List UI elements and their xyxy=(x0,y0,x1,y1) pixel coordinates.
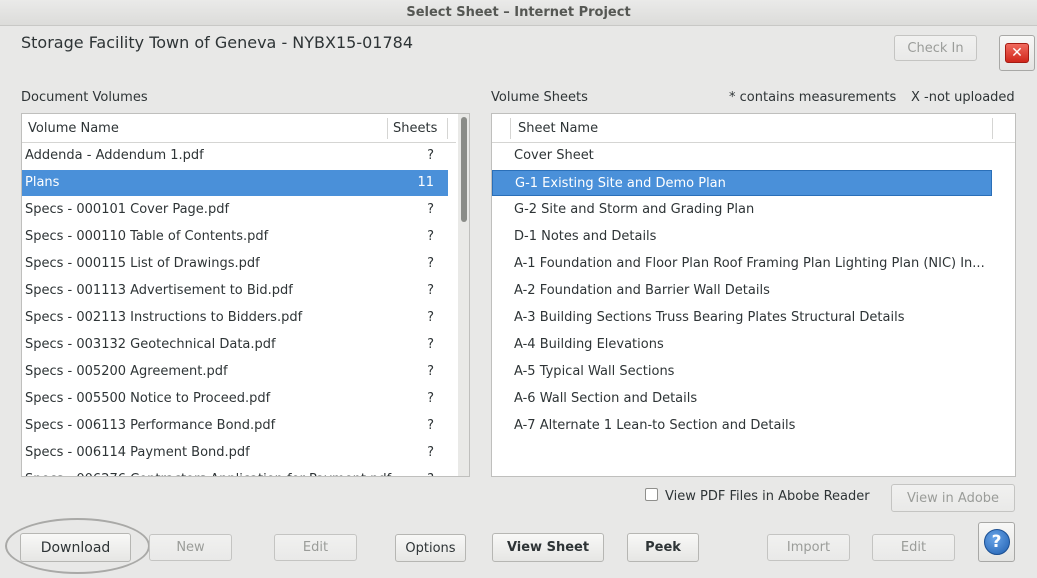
edit-volume-button[interactable]: Edit xyxy=(274,534,357,561)
sheet-row[interactable]: A-2 Foundation and Barrier Wall Details xyxy=(492,278,992,304)
download-button[interactable]: Download xyxy=(20,533,131,562)
volume-row[interactable]: Specs - 003132 Geotechnical Data.pdf? xyxy=(22,332,448,358)
peek-button[interactable]: Peek xyxy=(627,533,699,562)
volume-name: Specs - 005200 Agreement.pdf xyxy=(25,364,228,379)
volume-name: Specs - 003132 Geotechnical Data.pdf xyxy=(25,337,276,352)
volume-name: Plans xyxy=(25,175,60,190)
sheet-name: A-6 Wall Section and Details xyxy=(514,391,698,406)
sheets-header: Sheet Name xyxy=(492,114,1015,143)
volume-sheet-count: ? xyxy=(427,445,434,460)
volumes-table[interactable]: Volume Name Sheets Addenda - Addendum 1.… xyxy=(21,113,470,477)
column-separator xyxy=(992,118,993,139)
volume-sheets-label: Volume Sheets xyxy=(491,90,588,105)
sheet-row[interactable]: A-3 Building Sections Truss Bearing Plat… xyxy=(492,305,992,331)
view-sheet-button[interactable]: View Sheet xyxy=(492,533,604,562)
sheet-row[interactable]: A-7 Alternate 1 Lean-to Section and Deta… xyxy=(492,413,992,439)
window-title: Select Sheet – Internet Project xyxy=(406,5,631,20)
help-button[interactable]: ? xyxy=(978,522,1015,562)
volume-sheet-count: ? xyxy=(427,337,434,352)
volume-sheet-count: ? xyxy=(394,467,434,476)
sheet-name-column-header[interactable]: Sheet Name xyxy=(518,114,598,143)
options-button[interactable]: Options xyxy=(395,534,466,562)
volume-sheet-count: ? xyxy=(427,364,434,379)
volume-sheet-count: ? xyxy=(427,310,434,325)
volume-row[interactable]: Specs - 000115 List of Drawings.pdf? xyxy=(22,251,448,277)
sheet-name: G-1 Existing Site and Demo Plan xyxy=(515,176,726,191)
volume-name: Specs - 000101 Cover Page.pdf xyxy=(25,202,230,217)
sheet-row[interactable]: G-2 Site and Storm and Grading Plan xyxy=(492,197,992,223)
volume-sheet-count: ? xyxy=(427,418,434,433)
sheet-row[interactable]: A-1 Foundation and Floor Plan Roof Frami… xyxy=(492,251,992,277)
volume-sheet-count: ? xyxy=(427,148,434,163)
volume-name: Specs - 006114 Payment Bond.pdf xyxy=(25,445,250,460)
volume-row[interactable]: Specs - 006114 Payment Bond.pdf? xyxy=(22,440,448,466)
view-pdf-in-adobe-label: View PDF Files in Abobe Reader xyxy=(665,489,870,504)
volume-row[interactable]: Plans 11 xyxy=(22,170,448,196)
volumes-scrollbar[interactable] xyxy=(458,114,469,476)
volumes-scrollbar-thumb[interactable] xyxy=(461,117,467,222)
volume-row[interactable]: Specs - 005200 Agreement.pdf? xyxy=(22,359,448,385)
column-separator xyxy=(510,118,511,139)
volume-name: Specs - 000110 Table of Contents.pdf xyxy=(25,229,269,244)
new-button[interactable]: New xyxy=(149,534,232,561)
sheet-row[interactable]: Cover Sheet xyxy=(492,143,992,169)
sheets-table[interactable]: Sheet Name Cover Sheet G-1 Existing Site … xyxy=(491,113,1016,477)
import-button[interactable]: Import xyxy=(767,534,850,561)
volume-row[interactable]: Specs - 006113 Performance Bond.pdf? xyxy=(22,413,448,439)
sheet-row[interactable]: A-5 Typical Wall Sections xyxy=(492,359,992,385)
help-icon: ? xyxy=(983,529,1010,555)
volume-sheet-count: ? xyxy=(427,391,434,406)
sheet-row[interactable]: A-6 Wall Section and Details xyxy=(492,386,992,412)
volume-name: Specs - 006276 Contractors Application f… xyxy=(25,467,391,476)
volume-row[interactable]: Specs - 006276 Contractors Application f… xyxy=(22,467,448,476)
volume-row[interactable]: Specs - 000110 Table of Contents.pdf? xyxy=(22,224,448,250)
column-separator xyxy=(387,118,388,139)
volumes-header: Volume Name Sheets xyxy=(22,114,456,143)
sheet-name: D-1 Notes and Details xyxy=(514,229,657,244)
volume-row[interactable]: Specs - 002113 Instructions to Bidders.p… xyxy=(22,305,448,331)
edit-sheet-button[interactable]: Edit xyxy=(872,534,955,561)
measurements-legend: * contains measurements xyxy=(729,90,897,105)
volume-row[interactable]: Specs - 005500 Notice to Proceed.pdf? xyxy=(22,386,448,412)
volume-sheet-count: ? xyxy=(427,229,434,244)
sheets-column-header[interactable]: Sheets xyxy=(393,114,437,143)
document-volumes-label: Document Volumes xyxy=(21,90,148,105)
volume-name: Addenda - Addendum 1.pdf xyxy=(25,148,204,163)
not-uploaded-legend: X -not uploaded xyxy=(911,90,1015,105)
volume-sheet-count: 11 xyxy=(417,175,434,190)
volume-name: Specs - 006113 Performance Bond.pdf xyxy=(25,418,276,433)
window-titlebar: Select Sheet – Internet Project xyxy=(0,0,1037,26)
sheet-row[interactable]: D-1 Notes and Details xyxy=(492,224,992,250)
sheet-row[interactable]: A-4 Building Elevations xyxy=(492,332,992,358)
volume-name: Specs - 001113 Advertisement to Bid.pdf xyxy=(25,283,293,298)
volume-sheet-count: ? xyxy=(427,283,434,298)
sheet-row[interactable]: G-1 Existing Site and Demo Plan xyxy=(492,170,992,196)
sheet-name: A-2 Foundation and Barrier Wall Details xyxy=(514,283,770,298)
sheet-name: Cover Sheet xyxy=(514,148,594,163)
sheet-name: G-2 Site and Storm and Grading Plan xyxy=(514,202,755,217)
volume-name: Specs - 005500 Notice to Proceed.pdf xyxy=(25,391,271,406)
view-pdf-in-adobe-checkbox[interactable] xyxy=(645,488,658,501)
project-title: Storage Facility Town of Geneva - NYBX15… xyxy=(21,33,414,52)
sheet-name: A-1 Foundation and Floor Plan Roof Frami… xyxy=(514,256,985,271)
sheet-name: A-3 Building Sections Truss Bearing Plat… xyxy=(514,310,905,325)
volume-row[interactable]: Addenda - Addendum 1.pdf? xyxy=(22,143,448,169)
volume-name: Specs - 000115 List of Drawings.pdf xyxy=(25,256,260,271)
volume-sheet-count: ? xyxy=(427,256,434,271)
volume-sheet-count: ? xyxy=(427,202,434,217)
view-in-adobe-button[interactable]: View in Adobe xyxy=(891,484,1015,512)
column-separator xyxy=(447,118,448,139)
close-button[interactable]: ✕ xyxy=(999,35,1035,71)
volume-name: Specs - 002113 Instructions to Bidders.p… xyxy=(25,310,303,325)
sheet-name: A-4 Building Elevations xyxy=(514,337,664,352)
volume-row[interactable]: Specs - 001113 Advertisement to Bid.pdf? xyxy=(22,278,448,304)
close-icon: ✕ xyxy=(1005,43,1029,63)
check-in-button[interactable]: Check In xyxy=(894,35,977,61)
volume-row[interactable]: Specs - 000101 Cover Page.pdf? xyxy=(22,197,448,223)
sheet-name: A-7 Alternate 1 Lean-to Section and Deta… xyxy=(514,418,796,433)
sheet-name: A-5 Typical Wall Sections xyxy=(514,364,675,379)
volume-name-column-header[interactable]: Volume Name xyxy=(28,114,119,143)
